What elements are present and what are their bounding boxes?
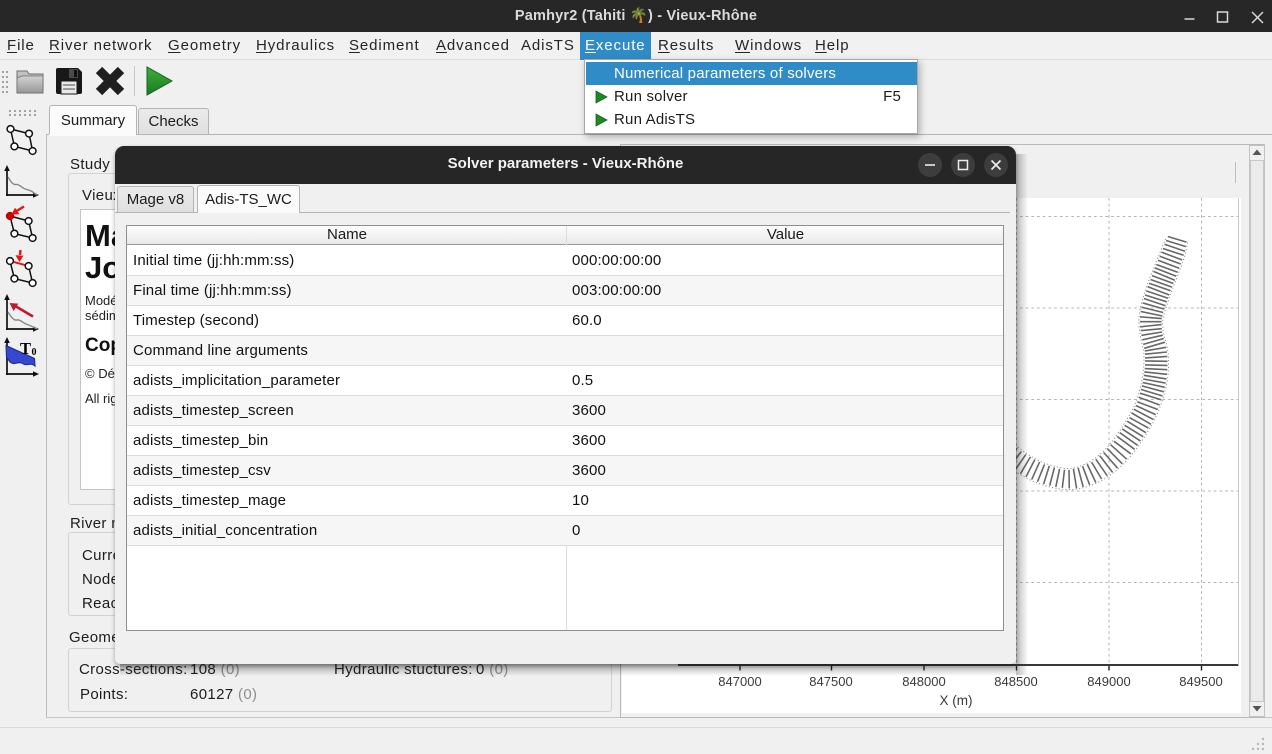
svg-text:T: T [20,339,31,358]
svg-text:0: 0 [32,347,37,358]
